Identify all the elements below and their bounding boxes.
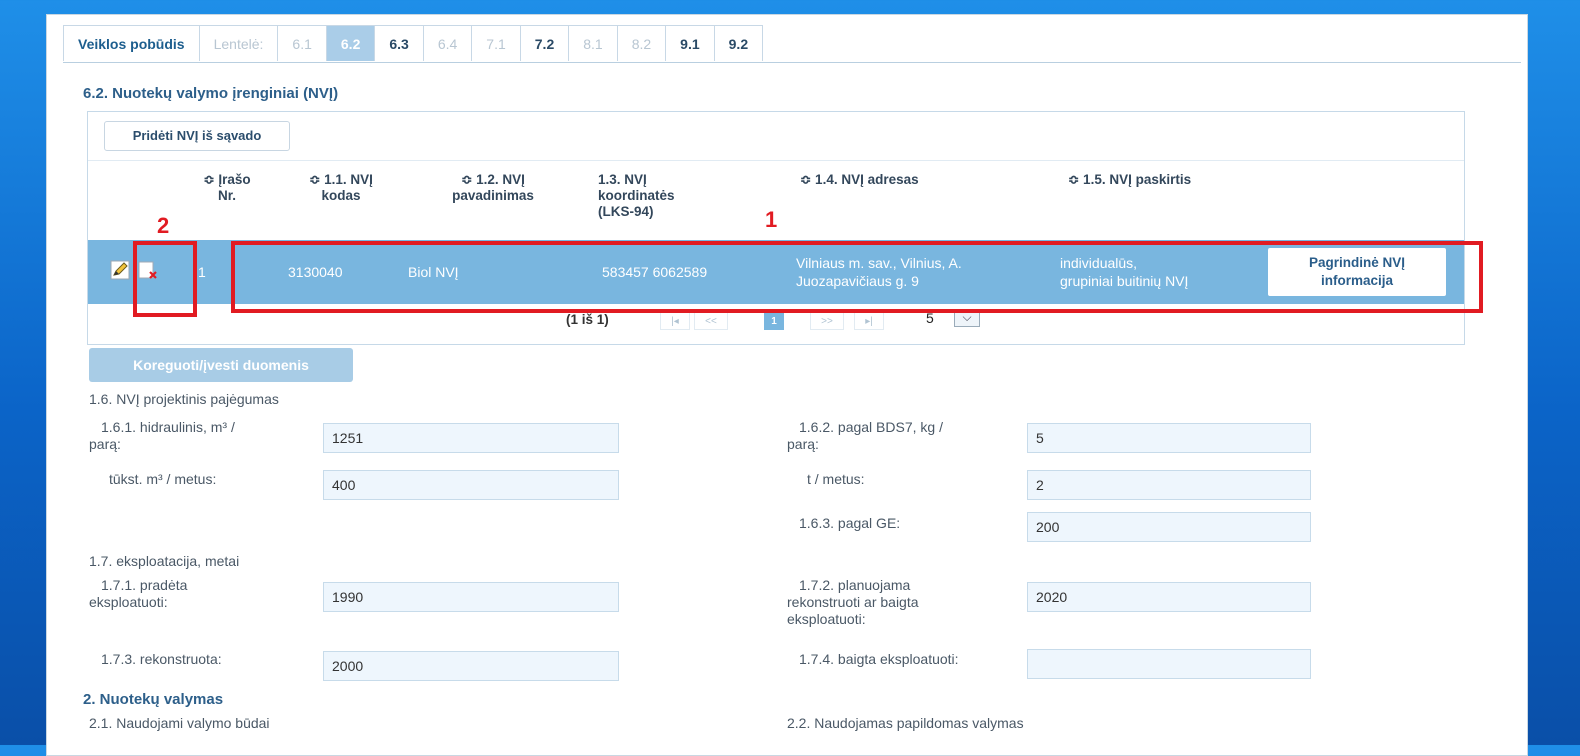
tab-divider bbox=[63, 62, 1521, 63]
input-1-7-4[interactable] bbox=[1027, 649, 1311, 679]
label-1-7-1: 1.7.1. pradėta eksploatuoti: bbox=[89, 577, 188, 610]
pagination: (1 iš 1) |◂ << 1 >> ▸| 5 ⌵ bbox=[88, 309, 1464, 334]
annotation-box-2 bbox=[133, 241, 197, 317]
input-1-6-1b[interactable]: 400 bbox=[323, 470, 619, 500]
label-2-2: 2.2. Naudojamas papildomas valymas bbox=[787, 715, 1024, 731]
tab-9-2[interactable]: 9.2 bbox=[713, 25, 764, 61]
annotation-number-2: 2 bbox=[157, 213, 170, 238]
input-1-7-1[interactable]: 1990 bbox=[323, 582, 619, 612]
tab-6-1[interactable]: 6.1 bbox=[277, 25, 327, 61]
section-wastewater-title: 2. Nuotekų valymas bbox=[83, 691, 224, 708]
tab-8-2[interactable]: 8.2 bbox=[616, 25, 667, 61]
tab-veiklos-pobudis[interactable]: Veiklos pobūdis bbox=[63, 25, 200, 61]
input-1-7-3[interactable]: 2000 bbox=[323, 651, 619, 681]
input-1-6-3[interactable]: 200 bbox=[1027, 512, 1311, 542]
label-2-1: 2.1. Naudojami valymo būdai bbox=[89, 715, 270, 731]
label-1-7-4: 1.7.4. baigta eksploatuoti: bbox=[799, 651, 959, 667]
input-1-6-1[interactable]: 1251 bbox=[323, 423, 619, 453]
input-1-6-2[interactable]: 5 bbox=[1027, 423, 1311, 453]
pager-next[interactable]: >> bbox=[810, 312, 844, 330]
tab-6-4[interactable]: 6.4 bbox=[422, 25, 473, 61]
add-nvi-button[interactable]: Pridėti NVĮ iš sąvado bbox=[104, 121, 290, 151]
annotation-box-1 bbox=[231, 241, 1483, 313]
toolbar-divider bbox=[88, 160, 1464, 161]
col-header-code[interactable]: ≎ 1.1. NVĮ kodas bbox=[296, 172, 386, 204]
label-1-6-1: 1.6.1. hidraulinis, m³ / parą: bbox=[89, 419, 235, 452]
tab-lentele-label: Lentelė: bbox=[198, 25, 279, 61]
col-header-name[interactable]: ≎ 1.2. NVĮ pavadinimas bbox=[428, 172, 558, 204]
col-header-coords: 1.3. NVĮ koordinatės (LKS-94) bbox=[598, 172, 675, 219]
label-1-6-1b: tūkst. m³ / metus: bbox=[109, 471, 217, 487]
label-1-7-2: 1.7.2. planuojama rekonstruoti ar baigta… bbox=[787, 577, 919, 627]
row-nr: 1 bbox=[198, 264, 206, 280]
tab-6-2[interactable]: 6.2 bbox=[325, 25, 376, 61]
label-1-7-3: 1.7.3. rekonstruota: bbox=[101, 651, 222, 667]
input-1-6-2b[interactable]: 2 bbox=[1027, 470, 1311, 500]
tab-6-3[interactable]: 6.3 bbox=[374, 25, 424, 61]
label-1-6-2b: t / metus: bbox=[807, 471, 865, 487]
tab-bar: Veiklos pobūdis Lentelė: 6.1 6.2 6.3 6.4… bbox=[63, 25, 764, 63]
pager-first[interactable]: |◂ bbox=[660, 312, 690, 330]
tab-7-1[interactable]: 7.1 bbox=[471, 25, 521, 61]
col-header-purpose[interactable]: ≎ 1.5. NVĮ paskirtis bbox=[1068, 172, 1268, 188]
input-1-7-2[interactable]: 2020 bbox=[1027, 582, 1311, 612]
tab-9-1[interactable]: 9.1 bbox=[665, 25, 715, 61]
pager-current-page[interactable]: 1 bbox=[764, 312, 784, 330]
col-header-nr[interactable]: ≎ Įrašo Nr. bbox=[192, 172, 262, 204]
main-panel: Veiklos pobūdis Lentelė: 6.1 6.2 6.3 6.4… bbox=[46, 14, 1528, 756]
pager-prev[interactable]: << bbox=[694, 312, 728, 330]
edit-pencil-icon[interactable] bbox=[110, 260, 130, 280]
label-1-6-2: 1.6.2. pagal BDS7, kg / parą: bbox=[787, 419, 943, 452]
section-title: 6.2. Nuotekų valymo įrenginiai (NVĮ) bbox=[83, 85, 339, 102]
pager-summary: (1 iš 1) bbox=[566, 312, 609, 327]
edit-data-button[interactable]: Koreguoti/įvesti duomenis bbox=[89, 348, 353, 382]
tab-7-2[interactable]: 7.2 bbox=[519, 25, 570, 61]
label-1-6-3: 1.6.3. pagal GE: bbox=[799, 515, 901, 531]
pager-last[interactable]: ▸| bbox=[854, 312, 884, 330]
tab-8-1[interactable]: 8.1 bbox=[568, 25, 618, 61]
col-header-address[interactable]: ≎ 1.4. NVĮ adresas bbox=[800, 172, 1000, 188]
group-capacity-label: 1.6. NVĮ projektinis pajėgumas bbox=[89, 391, 279, 407]
annotation-number-1: 1 bbox=[765, 207, 778, 232]
group-operation-label: 1.7. eksploatacija, metai bbox=[89, 553, 240, 569]
